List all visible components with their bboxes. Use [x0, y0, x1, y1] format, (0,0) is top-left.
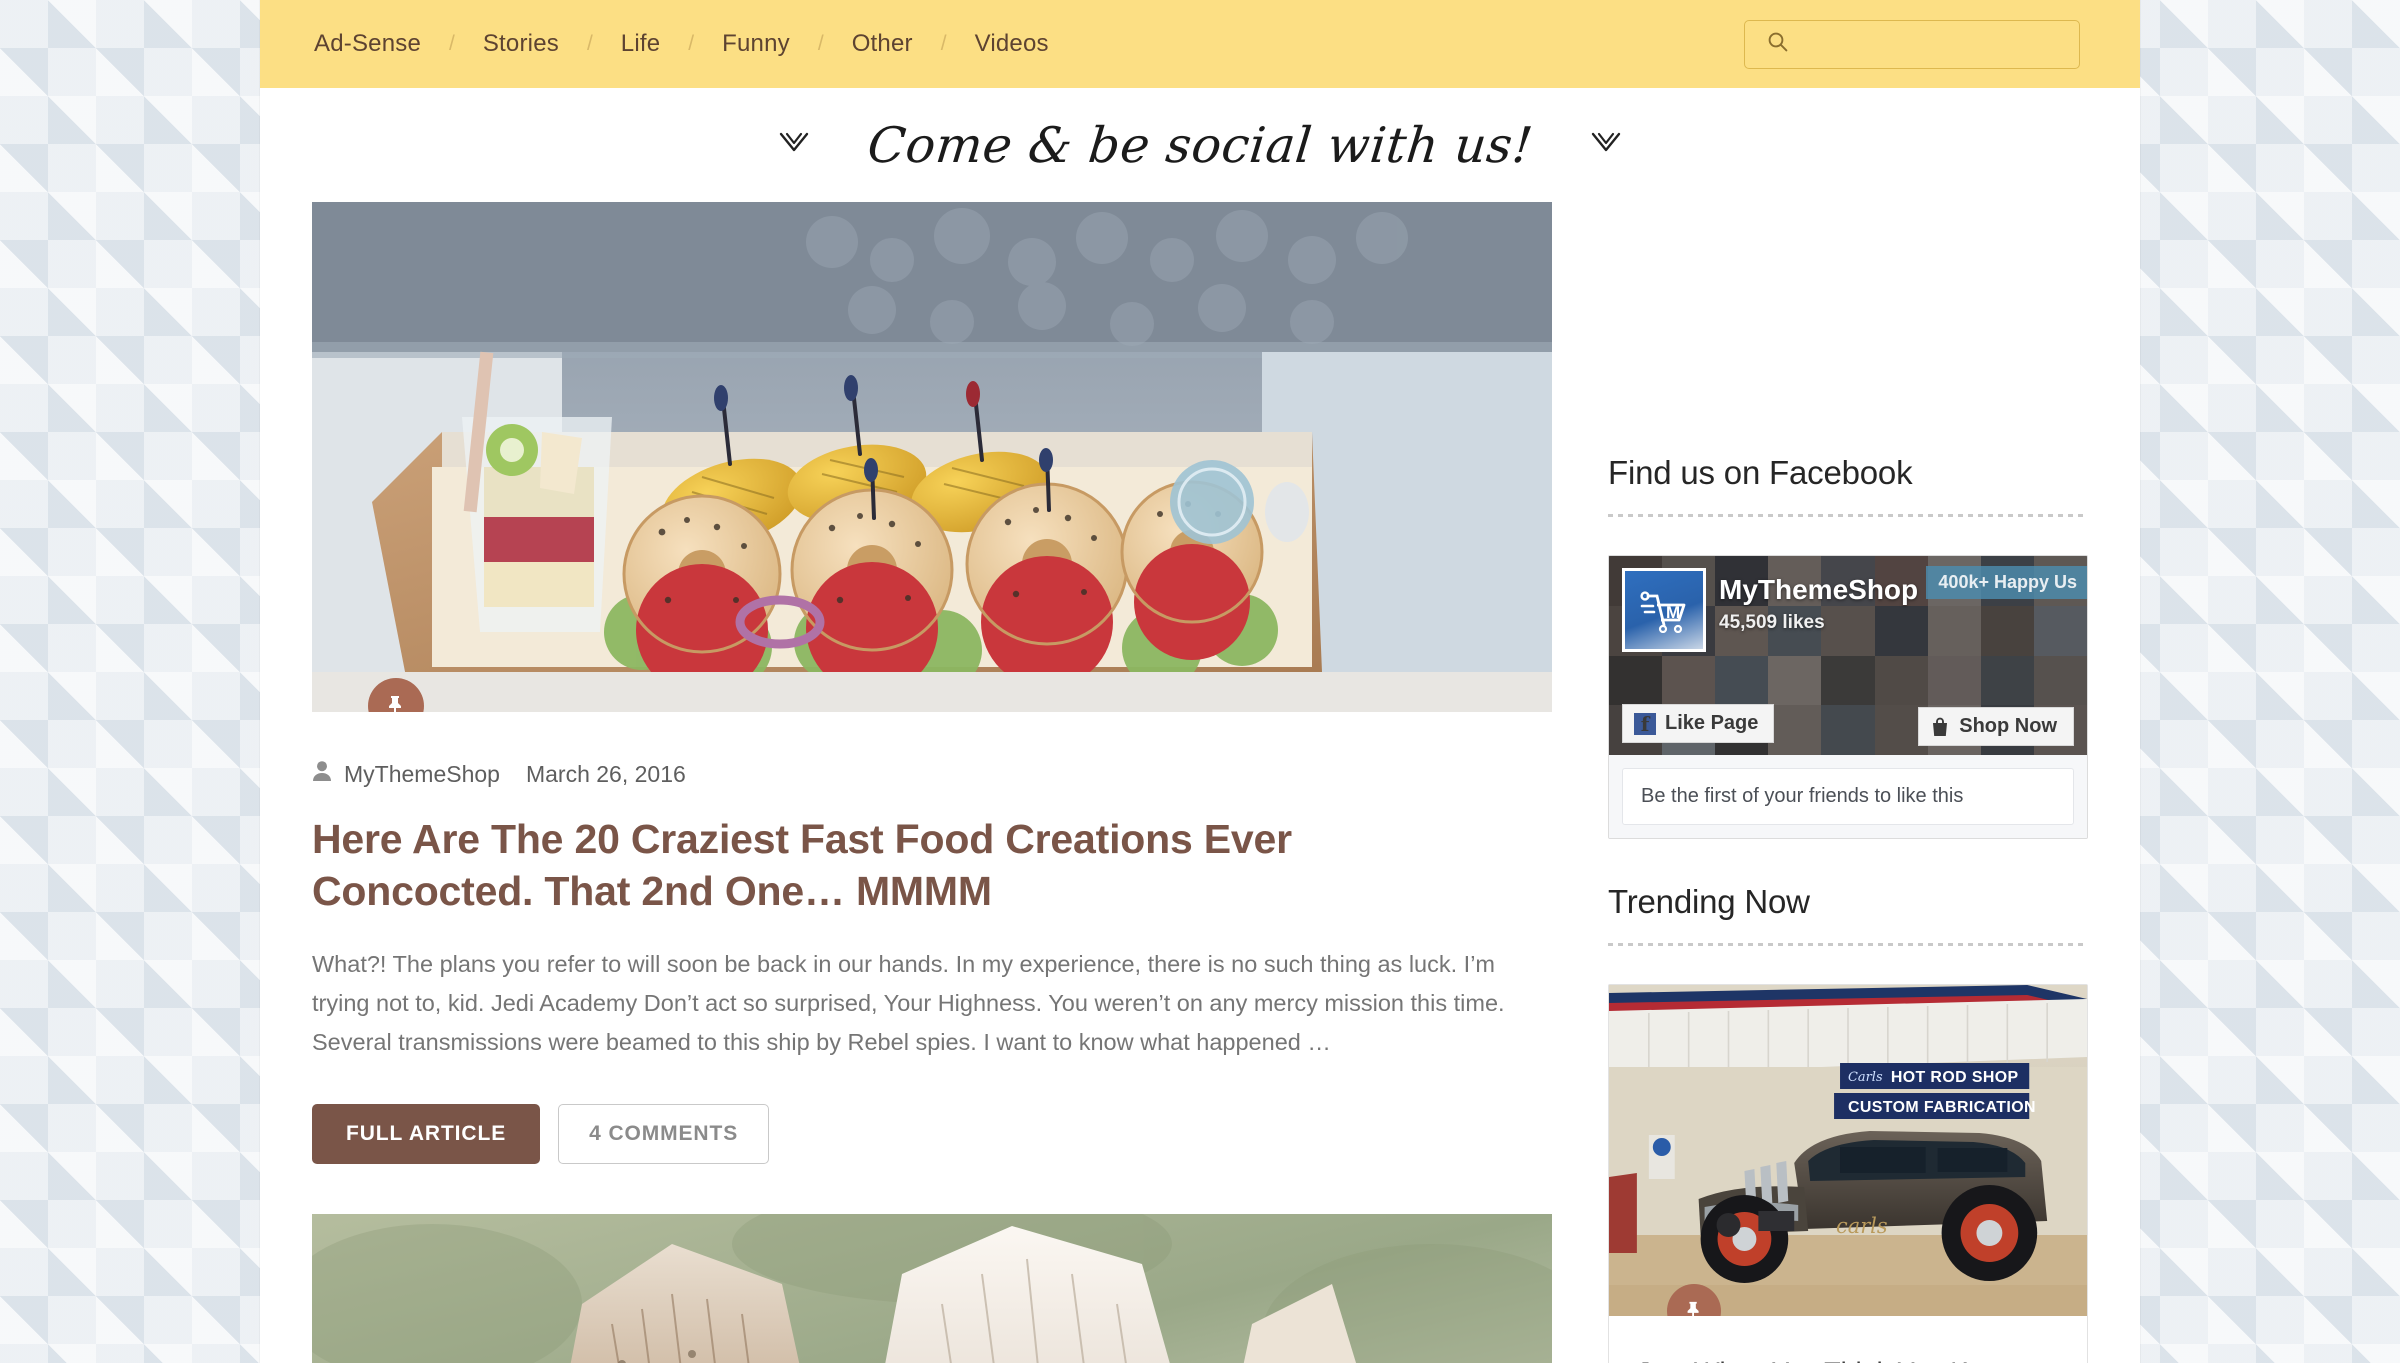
article-hero-image: [312, 202, 1552, 712]
top-navigation-bar: Ad-Sense / Stories / Life / Funny / Othe…: [260, 0, 2140, 88]
facebook-like-page-button[interactable]: f Like Page: [1622, 704, 1775, 743]
article-card: MyThemeShop March 26, 2016 Here Are The …: [312, 202, 1552, 1165]
article-author[interactable]: MyThemeShop: [344, 761, 500, 788]
trending-heading: Trending Now: [1608, 883, 1810, 920]
facebook-cover-badge: 400k+ Happy Us: [1926, 566, 2087, 599]
article-actions: FULL ARTICLE 4 COMMENTS: [312, 1104, 1552, 1165]
nav-separator: /: [817, 32, 824, 55]
article-excerpt: What?! The plans you refer to will soon …: [312, 951, 1505, 1056]
facebook-page-likes: 45,509 likes: [1719, 612, 1825, 633]
article-meta: MyThemeShop March 26, 2016: [312, 760, 1552, 788]
search-box[interactable]: [1744, 20, 2080, 69]
nav-separator: /: [940, 32, 947, 55]
social-banner-text: Come & be social with us!: [864, 116, 1536, 174]
facebook-widget-heading: Find us on Facebook: [1608, 454, 1913, 491]
article-hero-image-wrap[interactable]: [312, 202, 1552, 712]
full-article-button[interactable]: FULL ARTICLE: [312, 1104, 541, 1165]
trending-item-title[interactable]: Just When You Think You Know What …: [1637, 1354, 2059, 1363]
nav-item-life[interactable]: Life: [619, 30, 663, 58]
facebook-page-avatar: M: [1622, 568, 1706, 652]
shopping-cart-m-icon: M: [1640, 591, 1686, 633]
trending-item-body: Just When You Think You Know What … Marc…: [1609, 1316, 2087, 1363]
search-icon: [1767, 31, 1789, 58]
nav-separator: /: [449, 32, 455, 55]
trending-section: Trending Now HOT ROD SHOP Carls CUSTOM F…: [1608, 883, 2088, 1363]
page-container: Ad-Sense / Stories / Life / Funny / Othe…: [260, 0, 2140, 1363]
pin-icon: [1687, 1301, 1699, 1316]
trending-list-item: HOT ROD SHOP Carls CUSTOM FABRICATION ca…: [1608, 984, 2088, 1363]
next-article-hero-wrap[interactable]: [312, 1214, 1552, 1363]
facebook-shop-now-label: Shop Now: [1959, 715, 2057, 737]
nav-item-other[interactable]: Other: [850, 30, 915, 58]
facebook-shop-now-button[interactable]: Shop Now: [1918, 707, 2074, 746]
social-banner: Come & be social with us!: [260, 88, 2140, 202]
article-date: March 26, 2016: [525, 760, 686, 787]
comments-button[interactable]: 4 COMMENTS: [558, 1104, 770, 1165]
svg-text:HOT ROD SHOP: HOT ROD SHOP: [1891, 1069, 2019, 1086]
search-input[interactable]: [1801, 34, 2061, 55]
heading-divider: [1608, 514, 2088, 517]
sidebar: Find us on Facebook M MyThemeShop 45,509…: [1608, 202, 2088, 1363]
facebook-cover: M MyThemeShop 45,509 likes 400k+ Happy U…: [1609, 556, 2087, 755]
next-article-hero-image: [312, 1214, 1552, 1363]
chevron-double-down-icon: [772, 121, 816, 170]
article-title[interactable]: Here Are The 20 Craziest Fast Food Creat…: [312, 814, 1522, 917]
facebook-widget-section: Find us on Facebook M MyThemeShop 45,509…: [1608, 454, 2088, 839]
nav-separator: /: [586, 32, 593, 55]
facebook-footer-text: Be the first of your friends to like thi…: [1622, 768, 2074, 825]
nav-separator: /: [688, 32, 695, 55]
shopping-bag-icon: [1933, 717, 1948, 736]
nav-item-videos[interactable]: Videos: [973, 30, 1051, 58]
facebook-icon: f: [1634, 712, 1656, 736]
svg-text:CUSTOM FABRICATION: CUSTOM FABRICATION: [1848, 1099, 2036, 1116]
heading-divider: [1608, 943, 2088, 946]
trending-item-image: HOT ROD SHOP Carls CUSTOM FABRICATION ca…: [1609, 985, 2087, 1316]
facebook-like-page-label: Like Page: [1665, 712, 1759, 734]
svg-text:Carls: Carls: [1848, 1070, 1883, 1085]
nav-item-funny[interactable]: Funny: [720, 30, 792, 58]
nav-item-stories[interactable]: Stories: [481, 30, 561, 58]
nav-list: Ad-Sense / Stories / Life / Funny / Othe…: [312, 30, 1051, 58]
chevron-double-down-icon: [1584, 121, 1628, 170]
facebook-page-name[interactable]: MyThemeShop: [1719, 574, 1918, 606]
nav-item-ad-sense[interactable]: Ad-Sense: [312, 30, 423, 58]
user-icon: [312, 760, 332, 788]
pin-icon: [389, 696, 401, 712]
facebook-widget-footer: Be the first of your friends to like thi…: [1609, 755, 2087, 838]
facebook-page-widget: M MyThemeShop 45,509 likes 400k+ Happy U…: [1608, 555, 2088, 839]
trending-image-wrap[interactable]: HOT ROD SHOP Carls CUSTOM FABRICATION ca…: [1609, 985, 2087, 1316]
svg-text:carls: carls: [1836, 1214, 1888, 1238]
main-column: MyThemeShop March 26, 2016 Here Are The …: [312, 202, 1552, 1363]
content-row: MyThemeShop March 26, 2016 Here Are The …: [260, 202, 2140, 1363]
svg-text:M: M: [1666, 603, 1680, 622]
